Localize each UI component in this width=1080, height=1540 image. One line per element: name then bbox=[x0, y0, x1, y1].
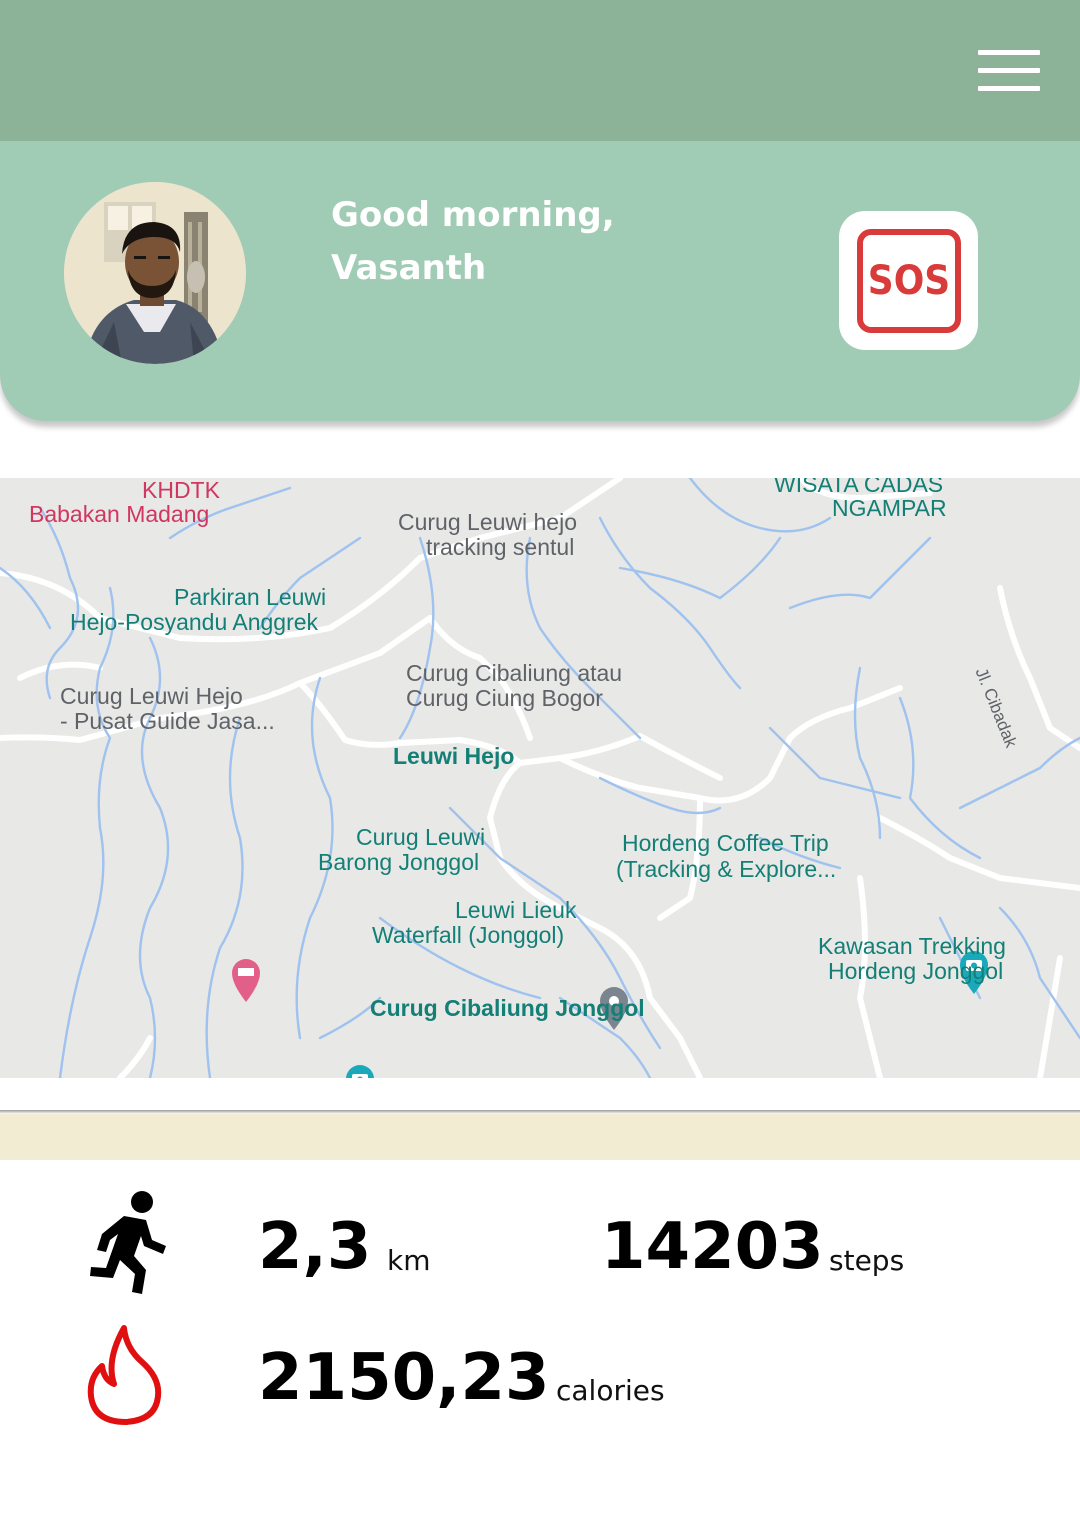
greeting-line: Good morning, bbox=[331, 195, 615, 235]
calories-unit: calories bbox=[556, 1374, 665, 1407]
map-label[interactable]: (Tracking & Explore... bbox=[616, 857, 836, 882]
map-label[interactable]: Barong Jonggol bbox=[318, 850, 479, 875]
section-divider-strip bbox=[0, 1114, 1080, 1160]
distance-value: 2,3 bbox=[258, 1210, 372, 1284]
sos-icon: SOS bbox=[857, 229, 961, 333]
map-label[interactable]: Curug Leuwi Hejo bbox=[60, 684, 243, 709]
map-label[interactable]: Curug Cibaliung Jonggol bbox=[370, 996, 645, 1021]
map-label[interactable]: Curug Leuwi bbox=[356, 825, 485, 850]
map-label[interactable]: KHDTK bbox=[142, 478, 220, 503]
map-label[interactable]: - Pusat Guide Jasa... bbox=[60, 709, 275, 734]
profile-card: Good morning, Vasanth SOS bbox=[0, 141, 1080, 421]
user-avatar-photo bbox=[64, 182, 246, 364]
top-app-bar bbox=[0, 0, 1080, 141]
hamburger-menu-icon[interactable] bbox=[978, 50, 1040, 92]
activity-stats: 2,3 km 14203 steps 2150,23 calories bbox=[0, 1160, 1080, 1540]
sos-label: SOS bbox=[867, 258, 951, 304]
map-label[interactable]: Parkiran Leuwi bbox=[174, 585, 326, 610]
hotel-pin-icon[interactable] bbox=[228, 956, 264, 1004]
map-label[interactable]: Curug Ciung Bogor bbox=[406, 686, 603, 711]
steps-value: 14203 bbox=[601, 1210, 824, 1284]
map-view[interactable]: KHDTK Babakan Madang WISATA CADAS NGAMPA… bbox=[0, 478, 1080, 1078]
camera-pin-icon[interactable] bbox=[342, 1062, 378, 1078]
calories-value: 2150,23 bbox=[258, 1341, 550, 1415]
map-label[interactable]: Waterfall (Jonggol) bbox=[372, 923, 564, 948]
running-person-icon bbox=[90, 1191, 166, 1294]
steps-unit: steps bbox=[829, 1244, 905, 1277]
greeting-text: Good morning, Vasanth bbox=[331, 189, 615, 295]
map-label[interactable]: Curug Cibaliung atau bbox=[406, 661, 622, 686]
map-label[interactable]: Hordeng Jonggol bbox=[828, 959, 1003, 984]
selected-place-label[interactable]: Leuwi Hejo bbox=[393, 744, 514, 769]
map-label[interactable]: tracking sentul bbox=[426, 535, 574, 560]
map-label[interactable]: Curug Leuwi hejo bbox=[398, 510, 577, 535]
map-label[interactable]: Hordeng Coffee Trip bbox=[622, 831, 829, 856]
flame-icon bbox=[87, 1325, 162, 1425]
map-label[interactable]: Kawasan Trekking bbox=[818, 934, 1006, 959]
map-label[interactable]: Hejo-Posyandu Anggrek bbox=[70, 610, 318, 635]
map-terrain bbox=[0, 478, 1080, 1078]
user-name: Vasanth bbox=[331, 248, 487, 288]
distance-unit: km bbox=[387, 1244, 431, 1277]
map-label[interactable]: NGAMPAR bbox=[832, 496, 947, 521]
avatar[interactable] bbox=[64, 182, 246, 364]
map-label[interactable]: Babakan Madang bbox=[29, 502, 209, 527]
sos-button[interactable]: SOS bbox=[839, 211, 978, 350]
map-label[interactable]: Leuwi Lieuk bbox=[455, 898, 576, 923]
